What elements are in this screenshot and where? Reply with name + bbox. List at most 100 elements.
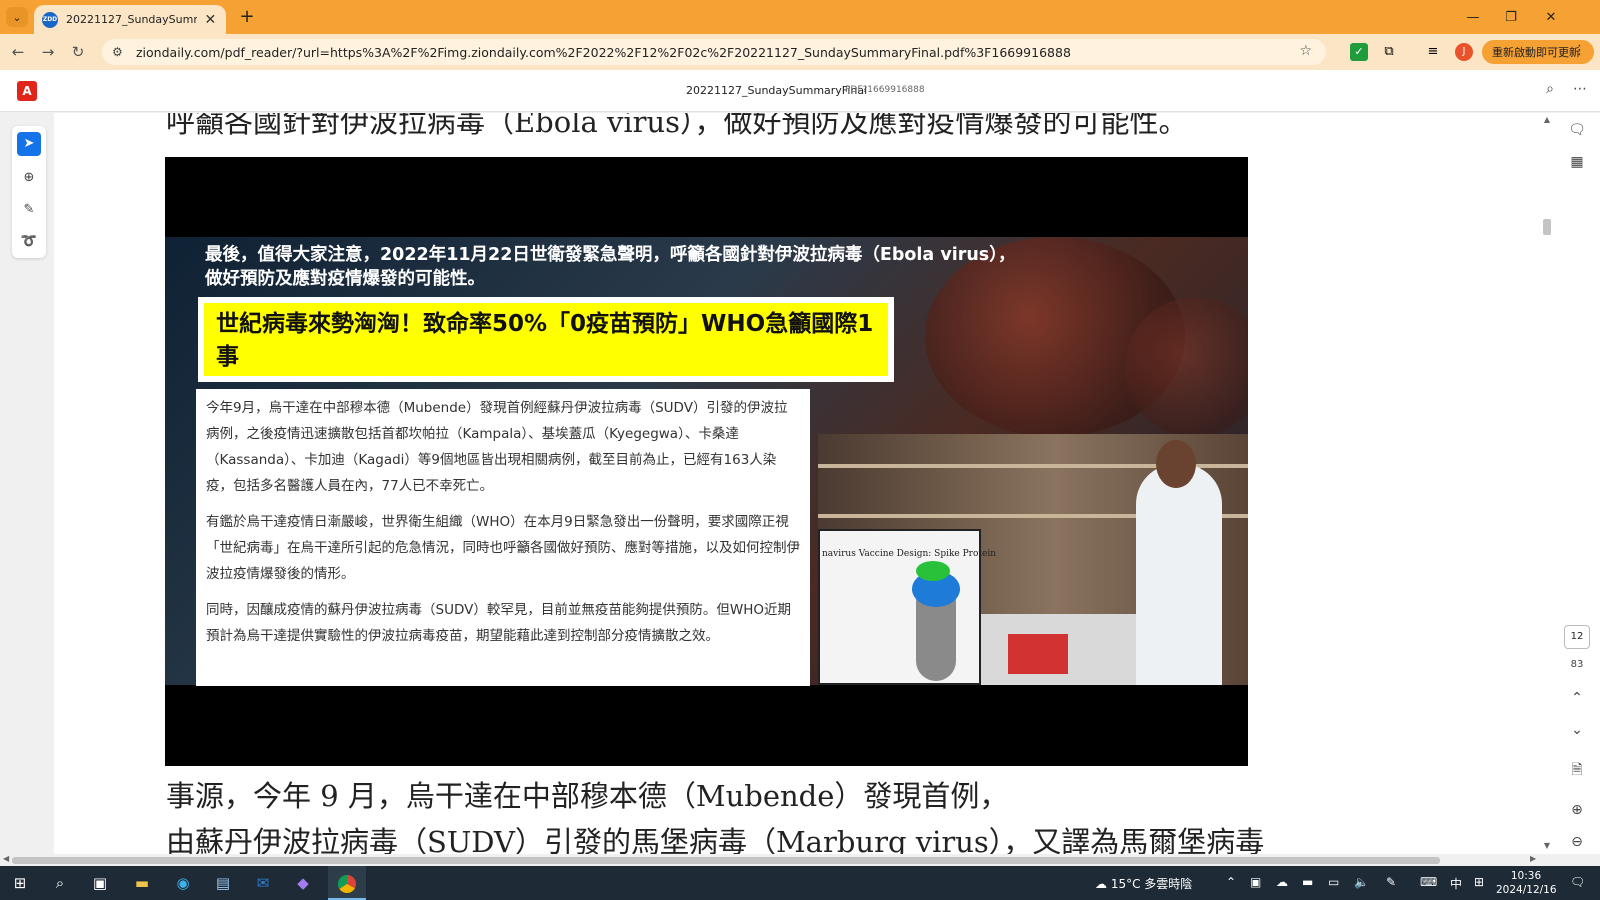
clock-time: 10:36: [1510, 870, 1542, 882]
browser-tab-active[interactable]: ZDD 20221127_SundaySummaryF ✕: [34, 5, 226, 34]
spike-protein-shape: [916, 561, 950, 581]
windows-taskbar: ⊞ ⌕ ▣ ▬ ◉ ▤ ✉ ◆ ☁ 15°C 多雲時陰 ⌃ ▣ ☁ ▬ ▭ 🔈 …: [0, 866, 1600, 900]
scroll-up-arrow-icon[interactable]: ▲: [1542, 115, 1552, 124]
scientist-figure: [1136, 464, 1222, 685]
tray-app-icon[interactable]: ▣: [1250, 875, 1261, 889]
browser-tab-bar: ⌄ ZDD 20221127_SundaySummaryF ✕ + — ❐ ✕: [0, 0, 1600, 34]
article-excerpt: 今年9月，烏干達在中部穆本德（Mubende）發現首例經蘇丹伊波拉病毒（SUDV…: [196, 389, 810, 686]
notification-icon[interactable]: 🗨: [1570, 875, 1585, 889]
scientist-head: [1156, 440, 1196, 488]
lab-photo: navirus Vaccine Design: Spike Protein: [818, 434, 1248, 685]
zoom-in-icon[interactable]: ⊕: [1566, 799, 1588, 821]
right-tool-rail: 🗨 ▦ 12 83 ⌃ ⌄ 🗎 ⊕ ⊖: [1554, 113, 1600, 854]
extensions-puzzle-icon[interactable]: ⧉: [1380, 43, 1398, 61]
taskbar-search-icon[interactable]: ⌕: [49, 872, 71, 894]
comment-add-icon[interactable]: ⊕: [17, 166, 41, 190]
ime-language-indicator[interactable]: 中: [1450, 875, 1462, 892]
comments-icon[interactable]: 🗨: [1566, 119, 1588, 141]
tray-folder-icon[interactable]: ▬: [1302, 875, 1313, 889]
keyboard-icon[interactable]: ⌨: [1420, 875, 1437, 889]
url-text[interactable]: ziondaily.com/pdf_reader/?url=https%3A%2…: [136, 45, 1276, 60]
task-view-icon[interactable]: ▣: [89, 872, 111, 894]
lasso-icon[interactable]: ➰: [17, 230, 41, 254]
site-info-icon[interactable]: ⚙: [112, 45, 128, 59]
back-arrow-icon[interactable]: ←: [6, 41, 30, 63]
new-tab-plus-icon[interactable]: +: [236, 6, 258, 28]
article-paragraph: 今年9月，烏干達在中部穆本德（Mubende）發現首例經蘇丹伊波拉病毒（SUDV…: [206, 400, 788, 494]
annotation-tool-rail: ➤ ⊕ ✎ ➰: [12, 126, 46, 258]
scroll-right-arrow-icon[interactable]: ▶: [1530, 854, 1536, 863]
next-page-chevron-down-icon[interactable]: ⌄: [1566, 719, 1588, 741]
tab-title: 20221127_SundaySummaryF: [66, 13, 197, 26]
document-name: 20221127_SundaySummaryFinal: [686, 84, 868, 97]
scroll-left-arrow-icon[interactable]: ◀: [3, 854, 9, 863]
tab-close-icon[interactable]: ✕: [203, 12, 218, 28]
monitor-screen-text: navirus Vaccine Design: Spike Protein: [822, 549, 997, 559]
more-options-icon[interactable]: ⋯: [1570, 81, 1590, 97]
ime-mode-icon[interactable]: ⊞: [1474, 875, 1484, 889]
forward-arrow-icon[interactable]: →: [36, 41, 60, 63]
horizontal-scroll-thumb[interactable]: [12, 857, 1440, 864]
thumbnails-grid-icon[interactable]: ▦: [1566, 151, 1588, 173]
vertical-scrollbar[interactable]: ▲ ▼: [1540, 113, 1554, 854]
edge-browser-icon[interactable]: ◉: [172, 872, 194, 894]
lab-red-box: [1008, 634, 1068, 674]
reload-icon[interactable]: ↻: [66, 41, 90, 63]
weather-text: 15°C 多雲時陰: [1110, 877, 1193, 891]
zoom-out-icon[interactable]: ⊖: [1566, 831, 1588, 853]
vertical-scroll-thumb[interactable]: [1543, 219, 1551, 235]
volume-icon[interactable]: 🔈: [1354, 875, 1369, 889]
slide-image: 最後，值得大家注意，2022年11月22日世衛發緊急聲明，呼籲各國針對伊波拉病毒…: [165, 157, 1248, 766]
select-cursor-icon[interactable]: ➤: [17, 132, 41, 156]
store-icon[interactable]: ▤: [212, 872, 234, 894]
minimize-icon[interactable]: —: [1454, 0, 1492, 34]
media-queue-icon[interactable]: ≡: [1424, 43, 1442, 61]
browser-menu-icon[interactable]: ⋮: [1573, 43, 1586, 58]
onedrive-cloud-icon[interactable]: ☁: [1276, 875, 1288, 889]
profile-avatar[interactable]: J: [1455, 43, 1473, 61]
slide-caption-line: 最後，值得大家注意，2022年11月22日世衛發緊急聲明，呼籲各國針對伊波拉病毒…: [205, 245, 1016, 265]
page-info-icon[interactable]: 🗎: [1566, 759, 1588, 781]
horizontal-scrollbar[interactable]: ◀ ▶: [0, 854, 1540, 866]
address-bar[interactable]: ⚙ ziondaily.com/pdf_reader/?url=https%3A…: [102, 39, 1326, 65]
current-page-field[interactable]: 12: [1564, 625, 1590, 649]
pen-draw-icon[interactable]: ✎: [17, 198, 41, 222]
article-paragraph: 同時，因釀成疫情的蘇丹伊波拉病毒（SUDV）較罕見，目前並無疫苗能夠提供預防。但…: [206, 602, 791, 644]
browser-toolbar: ← → ↻ ⚙ ziondaily.com/pdf_reader/?url=ht…: [0, 34, 1600, 70]
acrobat-logo-icon: A: [17, 81, 37, 101]
outlook-icon[interactable]: ✉: [252, 872, 274, 894]
taskbar-clock[interactable]: 10:36 2024/12/16: [1496, 869, 1557, 897]
document-area[interactable]: 呼籲各國針對伊波拉病毒（Ebola virus），做好預防及應對疫情爆發的可能性…: [54, 113, 1546, 854]
weather-widget[interactable]: ☁ 15°C 多雲時陰: [1095, 875, 1192, 892]
restore-icon[interactable]: ❐: [1492, 0, 1530, 34]
copilot-icon[interactable]: ◆: [292, 872, 314, 894]
windows-start-icon[interactable]: ⊞: [9, 872, 31, 894]
file-explorer-icon[interactable]: ▬: [131, 872, 153, 894]
window-close-icon[interactable]: ✕: [1532, 0, 1570, 34]
pen-menu-icon[interactable]: ✎: [1386, 875, 1396, 889]
search-icon[interactable]: ⌕: [1540, 81, 1560, 97]
update-button-label: 重新啟動即可更新: [1492, 46, 1580, 59]
monitor-screen: navirus Vaccine Design: Spike Protein: [818, 529, 996, 685]
slide-caption: 最後，值得大家注意，2022年11月22日世衛發緊急聲明，呼籲各國針對伊波拉病毒…: [205, 243, 1065, 291]
tray-overflow-chevron-icon[interactable]: ⌃: [1226, 875, 1236, 889]
clock-date: 2024/12/16: [1496, 884, 1557, 896]
pdf-page: 呼籲各國針對伊波拉病毒（Ebola virus），做好預防及應對疫情爆發的可能性…: [54, 113, 1546, 854]
previous-page-chevron-up-icon[interactable]: ⌃: [1566, 687, 1588, 709]
page-text-top: 呼籲各國針對伊波拉病毒（Ebola virus），做好預防及應對疫情爆發的可能性…: [166, 113, 1188, 139]
headline-box: 世紀病毒來勢洶洶！致命率50%「0疫苗預防」WHO急籲國際1事: [198, 297, 894, 382]
site-favicon-icon: ZDD: [42, 11, 58, 28]
extension-check-icon[interactable]: ✓: [1350, 43, 1368, 61]
network-icon[interactable]: ▭: [1328, 875, 1339, 889]
total-pages: 83: [1570, 659, 1584, 670]
scroll-down-arrow-icon[interactable]: ▼: [1542, 841, 1552, 850]
update-restart-button[interactable]: 重新啟動即可更新 ⋮: [1482, 40, 1594, 64]
page-text-line: 事源，今年 9 月，烏干達在中部穆本德（Mubende）發現首例，: [166, 779, 1009, 813]
slide-caption-line: 做好預防及應對疫情爆發的可能性。: [205, 269, 485, 289]
article-paragraph: 有鑑於烏干達疫情日漸嚴峻，世界衛生組織（WHO）在本月9日緊急發出一份聲明，要求…: [206, 514, 800, 582]
chrome-taskbar-icon[interactable]: [328, 866, 366, 900]
tab-list-chevron-icon[interactable]: ⌄: [6, 7, 28, 27]
bookmark-star-icon[interactable]: ☆: [1299, 43, 1312, 59]
document-subtitle: PDF?1669916888: [845, 85, 925, 95]
page-text-line: 由蘇丹伊波拉病毒（SUDV）引發的馬堡病毒（Marburg virus），又譯為…: [166, 825, 1265, 854]
